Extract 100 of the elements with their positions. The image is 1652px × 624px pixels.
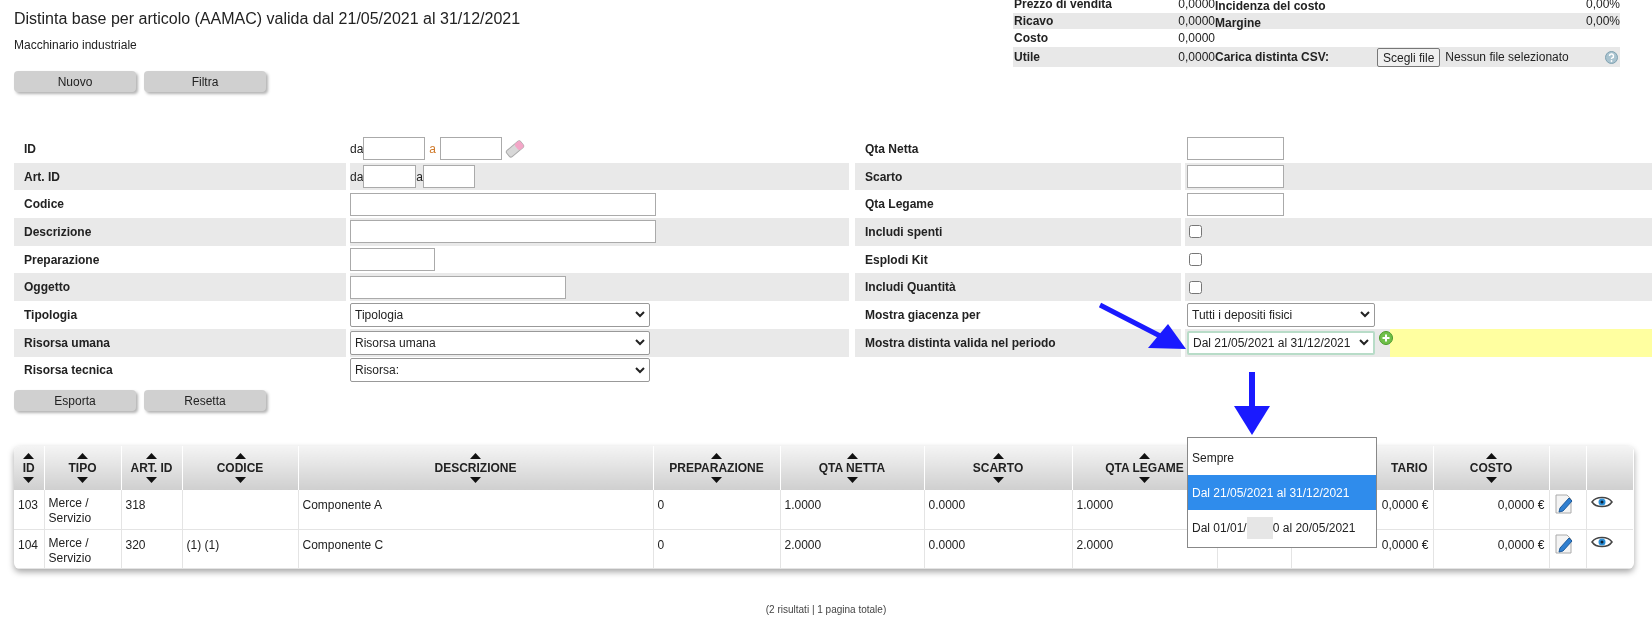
input-field[interactable] <box>423 165 476 189</box>
range-label: da <box>350 168 364 186</box>
input-field[interactable] <box>1187 192 1284 216</box>
dropdown-option[interactable]: Sempre <box>1188 440 1376 475</box>
input-field[interactable] <box>350 192 656 216</box>
summary-value: 0,0000 <box>1178 50 1215 64</box>
sort-ascending-icon[interactable] <box>992 453 1004 460</box>
sort-descending-icon[interactable] <box>146 477 157 484</box>
sort-descending-icon[interactable] <box>711 477 722 484</box>
input-field[interactable] <box>350 248 435 272</box>
table-cell: 0,0000 € <box>1497 537 1545 552</box>
sort-descending-icon[interactable] <box>234 477 246 484</box>
summary-value: 0,00% <box>1585 0 1620 11</box>
sort-ascending-icon[interactable] <box>146 453 157 460</box>
table-cell: 103 <box>18 498 39 513</box>
page-subtitle: Macchinario industriale <box>14 37 137 54</box>
field-label: ID <box>24 140 36 158</box>
sort-descending-icon[interactable] <box>1139 477 1150 484</box>
sort-descending-icon[interactable] <box>23 477 35 484</box>
table-cell: 2.0000 <box>784 537 822 552</box>
sort-descending-icon[interactable] <box>77 477 88 484</box>
column-header[interactable]: DESCRIZIONE <box>434 459 517 478</box>
page-title: Distinta base per articolo (AAMAC) valida dal 21/05/2021 al 31/12/2021 <box>14 9 521 28</box>
select-field[interactable]: Risorsa: <box>350 358 650 383</box>
column-header[interactable]: COSTO <box>1469 459 1513 478</box>
input-field[interactable] <box>350 275 566 299</box>
column-header[interactable]: SCARTO <box>972 459 1024 478</box>
column-header[interactable]: TARIO <box>1391 459 1428 478</box>
choose-file-button[interactable]: Scegli file <box>1377 47 1441 67</box>
summary-value: 0,0000 <box>1178 0 1215 11</box>
input-field[interactable] <box>1187 137 1284 161</box>
column-header[interactable]: TIPO <box>68 459 97 478</box>
sort-ascending-icon[interactable] <box>470 453 481 460</box>
dropdown-option[interactable]: Dal 01/01/ 0 al 20/05/2021 <box>1188 510 1376 545</box>
field-label: Esplodi Kit <box>865 251 928 269</box>
chevron-down-icon <box>1360 311 1370 319</box>
results-summary: (2 risultati | 1 pagina totale) <box>765 602 887 617</box>
sort-ascending-icon[interactable] <box>1485 453 1497 460</box>
summary-label: Carica distinta CSV: <box>1215 50 1330 64</box>
field-label: Risorsa umana <box>24 334 111 352</box>
table-cell: 104 <box>18 537 39 552</box>
sort-ascending-icon[interactable] <box>77 453 88 460</box>
action-button[interactable]: Resetta <box>144 390 266 412</box>
edit-icon[interactable] <box>1553 492 1574 515</box>
field-label: Qta Netta <box>865 140 919 158</box>
table-cell: 0 <box>657 537 665 552</box>
table-cell: 1.0000 <box>784 498 822 513</box>
sort-descending-icon[interactable] <box>1485 477 1497 484</box>
input-field[interactable] <box>350 220 656 244</box>
summary-label: Utile <box>1014 50 1040 64</box>
redacted-area <box>1246 516 1273 539</box>
summary-label: Ricavo <box>1014 14 1054 28</box>
chevron-down-icon <box>635 311 645 319</box>
table-cell-text: Merce / Servizio <box>48 496 93 527</box>
help-icon[interactable] <box>1605 50 1618 64</box>
select-field[interactable]: Dal 21/05/2021 al 31/12/2021 <box>1187 330 1375 355</box>
field-label: Scarto <box>865 168 903 186</box>
sort-descending-icon[interactable] <box>992 477 1004 484</box>
chevron-down-icon <box>635 339 645 347</box>
table-cell: 0 <box>657 498 665 513</box>
field-label: Art. ID <box>24 168 60 186</box>
action-button[interactable]: Nuovo <box>14 71 136 92</box>
sort-ascending-icon[interactable] <box>23 453 35 460</box>
annotation-arrow <box>1233 372 1271 436</box>
summary-label: Costo <box>1014 31 1048 45</box>
input-field[interactable] <box>363 165 417 189</box>
input-field[interactable] <box>363 137 426 161</box>
input-field[interactable] <box>440 137 503 161</box>
edit-icon[interactable] <box>1553 531 1574 554</box>
chevron-down-icon <box>635 366 645 374</box>
eye-icon[interactable] <box>1590 534 1613 549</box>
select-field[interactable]: Risorsa umana <box>350 330 650 355</box>
sort-descending-icon[interactable] <box>470 477 481 484</box>
checkbox[interactable] <box>1189 280 1202 294</box>
summary-label: Prezzo di vendita <box>1014 0 1113 11</box>
sort-ascending-icon[interactable] <box>711 453 722 460</box>
sort-descending-icon[interactable] <box>846 477 858 484</box>
table-cell-text: Merce / Servizio <box>48 535 93 566</box>
summary-value: 0,0000 <box>1178 14 1215 28</box>
column-header[interactable]: ID <box>22 459 35 478</box>
field-label: Risorsa tecnica <box>24 362 113 380</box>
checkbox[interactable] <box>1189 225 1202 239</box>
checkbox[interactable] <box>1189 253 1202 267</box>
column-header[interactable]: QTA NETTA <box>818 459 886 478</box>
field-label: Preparazione <box>24 251 100 269</box>
table-cell: 0.0000 <box>928 498 966 513</box>
input-field[interactable] <box>1187 165 1284 189</box>
action-button[interactable]: Esporta <box>14 390 136 412</box>
action-button[interactable]: Filtra <box>144 71 266 92</box>
sort-ascending-icon[interactable] <box>234 453 246 460</box>
sort-ascending-icon[interactable] <box>1139 453 1150 460</box>
eye-icon[interactable] <box>1590 495 1613 510</box>
column-header[interactable]: CODICE <box>216 459 264 478</box>
range-label: da <box>350 140 364 158</box>
summary-label: Margine <box>1215 16 1261 30</box>
sort-ascending-icon[interactable] <box>846 453 858 460</box>
add-icon[interactable] <box>1379 330 1393 345</box>
select-field[interactable]: Tutti i depositi fisici <box>1187 302 1375 327</box>
table-cell: 1.0000 <box>1076 498 1114 513</box>
select-field[interactable]: Tipologia <box>350 302 650 327</box>
